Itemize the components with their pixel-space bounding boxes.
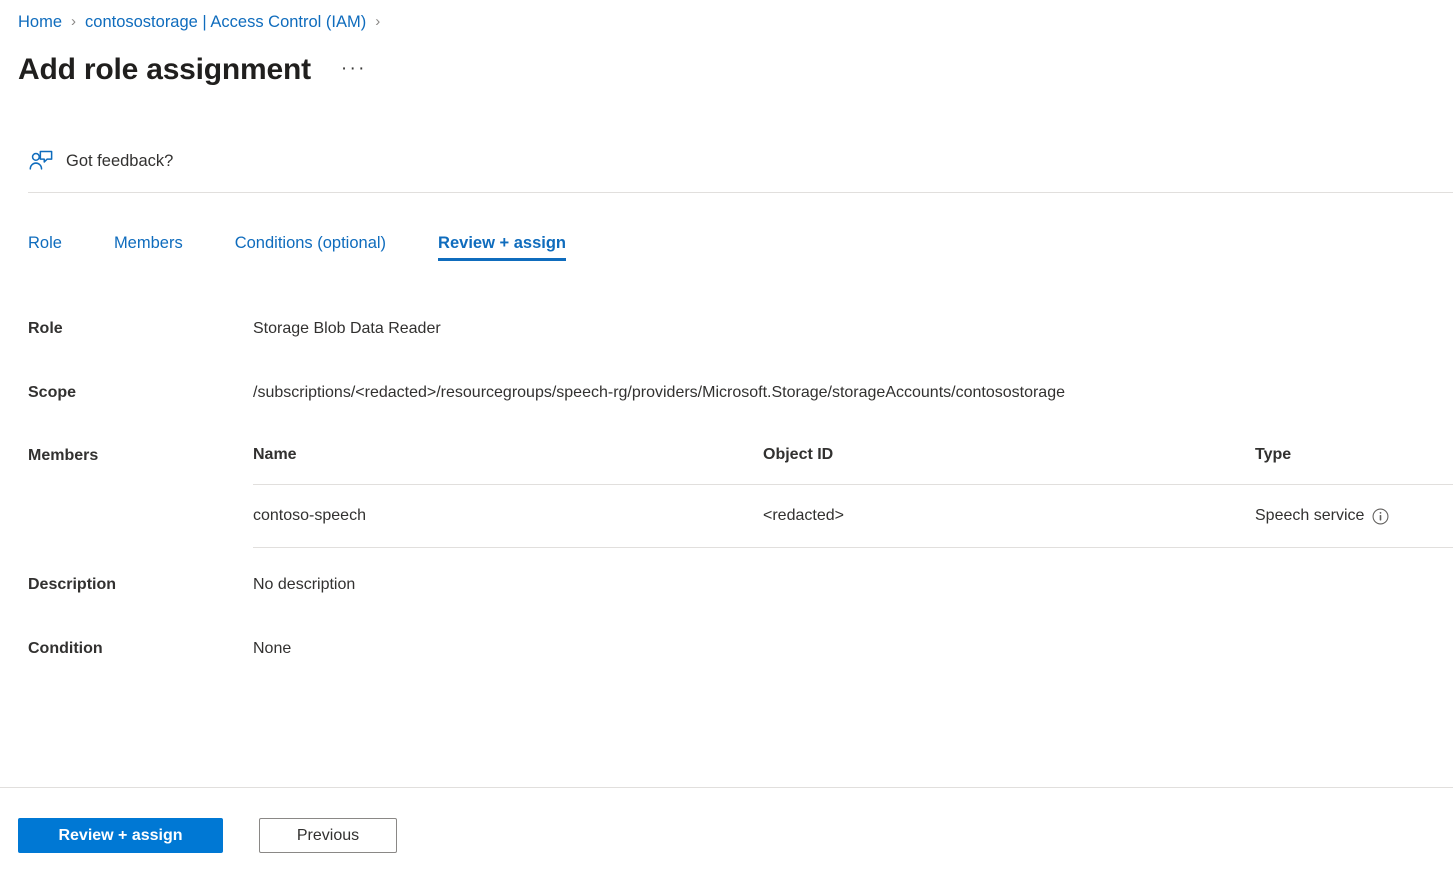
breadcrumb-item-access-control[interactable]: contosostorage | Access Control (IAM) <box>85 12 366 32</box>
column-header-object-id: Object ID <box>763 444 1255 485</box>
field-condition-label: Condition <box>28 640 103 657</box>
title-row: Add role assignment ··· <box>18 50 371 90</box>
tab-review-assign[interactable]: Review + assign <box>438 232 566 266</box>
person-feedback-icon <box>29 150 53 170</box>
breadcrumb-separator-icon: › <box>71 13 77 30</box>
previous-button[interactable]: Previous <box>259 818 397 853</box>
breadcrumb-separator-icon: › <box>375 13 381 30</box>
field-description-label: Description <box>28 576 117 593</box>
tab-role-label: Role <box>28 234 62 252</box>
field-description-value: No description <box>253 576 356 593</box>
breadcrumb: Home › contosostorage | Access Control (… <box>18 12 389 32</box>
cell-member-object-id: <redacted> <box>763 484 1255 548</box>
review-assign-button[interactable]: Review + assign <box>18 818 223 853</box>
field-role-value: Storage Blob Data Reader <box>253 320 441 337</box>
field-scope-label: Scope <box>28 384 77 401</box>
add-role-assignment-page: Home › contosostorage | Access Control (… <box>0 0 1453 874</box>
field-condition: Condition None <box>28 638 1453 660</box>
field-members-label: Members <box>28 447 99 464</box>
tab-conditions[interactable]: Conditions (optional) <box>235 232 386 266</box>
members-table: Name Object ID Type contoso-speech <reda… <box>253 444 1453 548</box>
type-cell-wrapper: Speech service <box>1255 505 1453 527</box>
header-divider <box>28 192 1453 193</box>
field-description: Description No description <box>28 574 1453 596</box>
table-row: contoso-speech <redacted> Speech service <box>253 484 1453 548</box>
field-role: Role Storage Blob Data Reader <box>28 318 1453 340</box>
page-title: Add role assignment <box>18 53 311 86</box>
more-options-icon[interactable]: ··· <box>337 59 371 84</box>
tab-review-assign-label: Review + assign <box>438 234 566 252</box>
cell-member-name: contoso-speech <box>253 484 763 548</box>
field-scope: Scope /subscriptions/<redacted>/resource… <box>28 382 1453 404</box>
cell-member-type-label: Speech service <box>1255 507 1365 524</box>
tab-members-label: Members <box>113 234 183 252</box>
footer-actions: Review + assign Previous <box>18 818 397 853</box>
info-icon[interactable] <box>1372 508 1389 525</box>
field-role-label: Role <box>28 320 63 337</box>
column-header-type: Type <box>1255 444 1453 485</box>
field-condition-value: None <box>253 640 292 657</box>
table-header-row: Name Object ID Type <box>253 444 1453 485</box>
wizard-tabs: Role Members Conditions (optional) Revie… <box>28 232 618 266</box>
tab-conditions-label: Conditions (optional) <box>234 234 387 252</box>
column-header-name: Name <box>253 444 763 485</box>
got-feedback-button[interactable]: Got feedback? <box>28 148 173 174</box>
cell-member-type: Speech service <box>1255 484 1453 548</box>
footer-divider <box>0 787 1453 788</box>
got-feedback-label: Got feedback? <box>66 152 174 170</box>
breadcrumb-item-home[interactable]: Home <box>18 12 62 32</box>
field-members: Members Name Object ID Type contoso-spee… <box>28 444 1453 548</box>
tab-members[interactable]: Members <box>114 232 183 266</box>
tab-role[interactable]: Role <box>28 232 62 266</box>
field-scope-value: /subscriptions/<redacted>/resourcegroups… <box>253 384 1065 401</box>
